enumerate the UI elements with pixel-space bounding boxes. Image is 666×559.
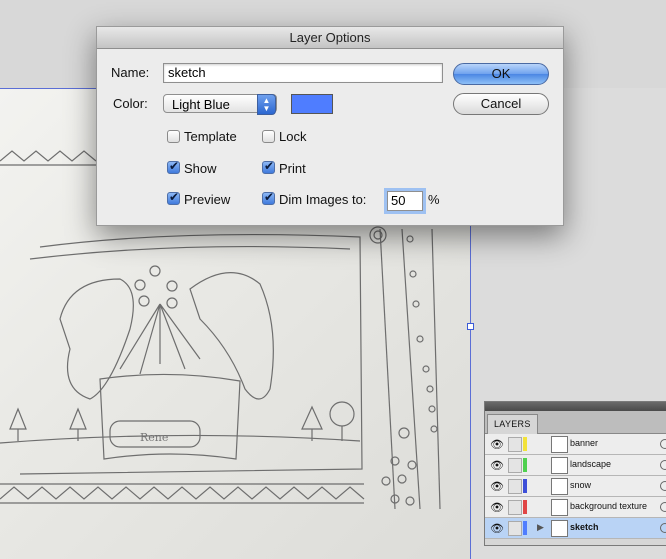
layer-row-snow[interactable]: 👁 snow <box>485 476 666 497</box>
print-checkbox[interactable] <box>262 159 275 174</box>
print-label: Print <box>279 161 306 176</box>
ok-button[interactable]: OK <box>453 63 549 85</box>
tab-layers[interactable]: LAYERS <box>487 414 538 434</box>
select-arrows-icon: ▲ ▼ <box>257 94 276 115</box>
layer-color-bar <box>523 437 527 451</box>
lock-toggle[interactable] <box>508 479 522 494</box>
target-circle-icon[interactable] <box>660 502 666 512</box>
layer-color-bar <box>523 458 527 472</box>
dim-images-label: Dim Images to: <box>279 192 367 207</box>
layer-name: landscape <box>570 459 612 469</box>
svg-text:Rene: Rene <box>140 431 168 444</box>
layer-name: banner <box>570 438 599 448</box>
target-circle-icon[interactable] <box>660 460 666 470</box>
lock-checkbox[interactable] <box>262 130 275 143</box>
preview-checkbox[interactable] <box>167 190 180 205</box>
dim-percent-field[interactable]: 50 <box>384 188 426 214</box>
target-circle-icon[interactable] <box>660 523 666 533</box>
color-swatch[interactable] <box>291 94 333 114</box>
color-label: Color: <box>113 96 148 111</box>
layer-row-sketch[interactable]: 👁 ▶ sketch <box>485 518 666 539</box>
eye-icon[interactable]: 👁 <box>490 501 504 514</box>
layers-panel: LAYERS 👁 banner 👁 landscape 👁 snow 👁 background… <box>484 401 666 546</box>
eye-icon[interactable]: 👁 <box>490 522 504 535</box>
eye-icon[interactable]: 👁 <box>490 480 504 493</box>
name-field[interactable]: sketch <box>163 63 443 83</box>
panel-tabbar: LAYERS <box>485 411 666 434</box>
layer-row-landscape[interactable]: 👁 landscape <box>485 455 666 476</box>
lock-toggle[interactable] <box>508 521 522 536</box>
layer-row-banner[interactable]: 👁 banner <box>485 434 666 455</box>
lock-toggle[interactable] <box>508 437 522 452</box>
layer-thumbnail <box>551 436 568 453</box>
layer-options-dialog: Layer Options Name: sketch Color: Light … <box>96 26 564 226</box>
eye-icon[interactable]: 👁 <box>490 459 504 472</box>
name-label: Name: <box>111 65 150 80</box>
layer-color-bar <box>523 500 527 514</box>
cancel-button[interactable]: Cancel <box>453 93 549 115</box>
target-circle-icon[interactable] <box>660 481 666 491</box>
layer-row-background-texture[interactable]: 👁 background texture <box>485 497 666 518</box>
layer-list: 👁 banner 👁 landscape 👁 snow 👁 background textur… <box>485 434 666 539</box>
percent-unit: % <box>428 192 440 207</box>
preview-label: Preview <box>184 192 231 207</box>
target-circle-icon[interactable] <box>660 439 666 449</box>
layer-thumbnail <box>551 478 568 495</box>
show-label: Show <box>184 161 217 176</box>
layer-name: snow <box>570 480 592 490</box>
eye-icon[interactable]: 👁 <box>490 438 504 451</box>
color-select[interactable]: Light Blue ▲ ▼ <box>163 94 277 115</box>
layer-thumbnail <box>551 520 568 537</box>
color-select-value: Light Blue <box>172 97 230 112</box>
layer-name: sketch <box>570 522 599 532</box>
selection-handle[interactable] <box>467 323 474 330</box>
lock-toggle[interactable] <box>508 500 522 515</box>
lock-toggle[interactable] <box>508 458 522 473</box>
template-label: Template <box>184 129 237 144</box>
panel-grip[interactable] <box>485 402 666 411</box>
show-checkbox[interactable] <box>167 159 180 174</box>
layer-color-bar <box>523 479 527 493</box>
dim-images-checkbox[interactable] <box>262 190 275 205</box>
layer-color-bar <box>523 521 527 535</box>
dialog-title: Layer Options <box>97 27 563 49</box>
layer-name: background texture <box>570 501 648 511</box>
template-checkbox[interactable] <box>167 130 180 143</box>
layer-thumbnail <box>551 457 568 474</box>
lock-label: Lock <box>279 129 307 144</box>
expand-triangle-icon[interactable]: ▶ <box>537 522 544 533</box>
layer-thumbnail <box>551 499 568 516</box>
